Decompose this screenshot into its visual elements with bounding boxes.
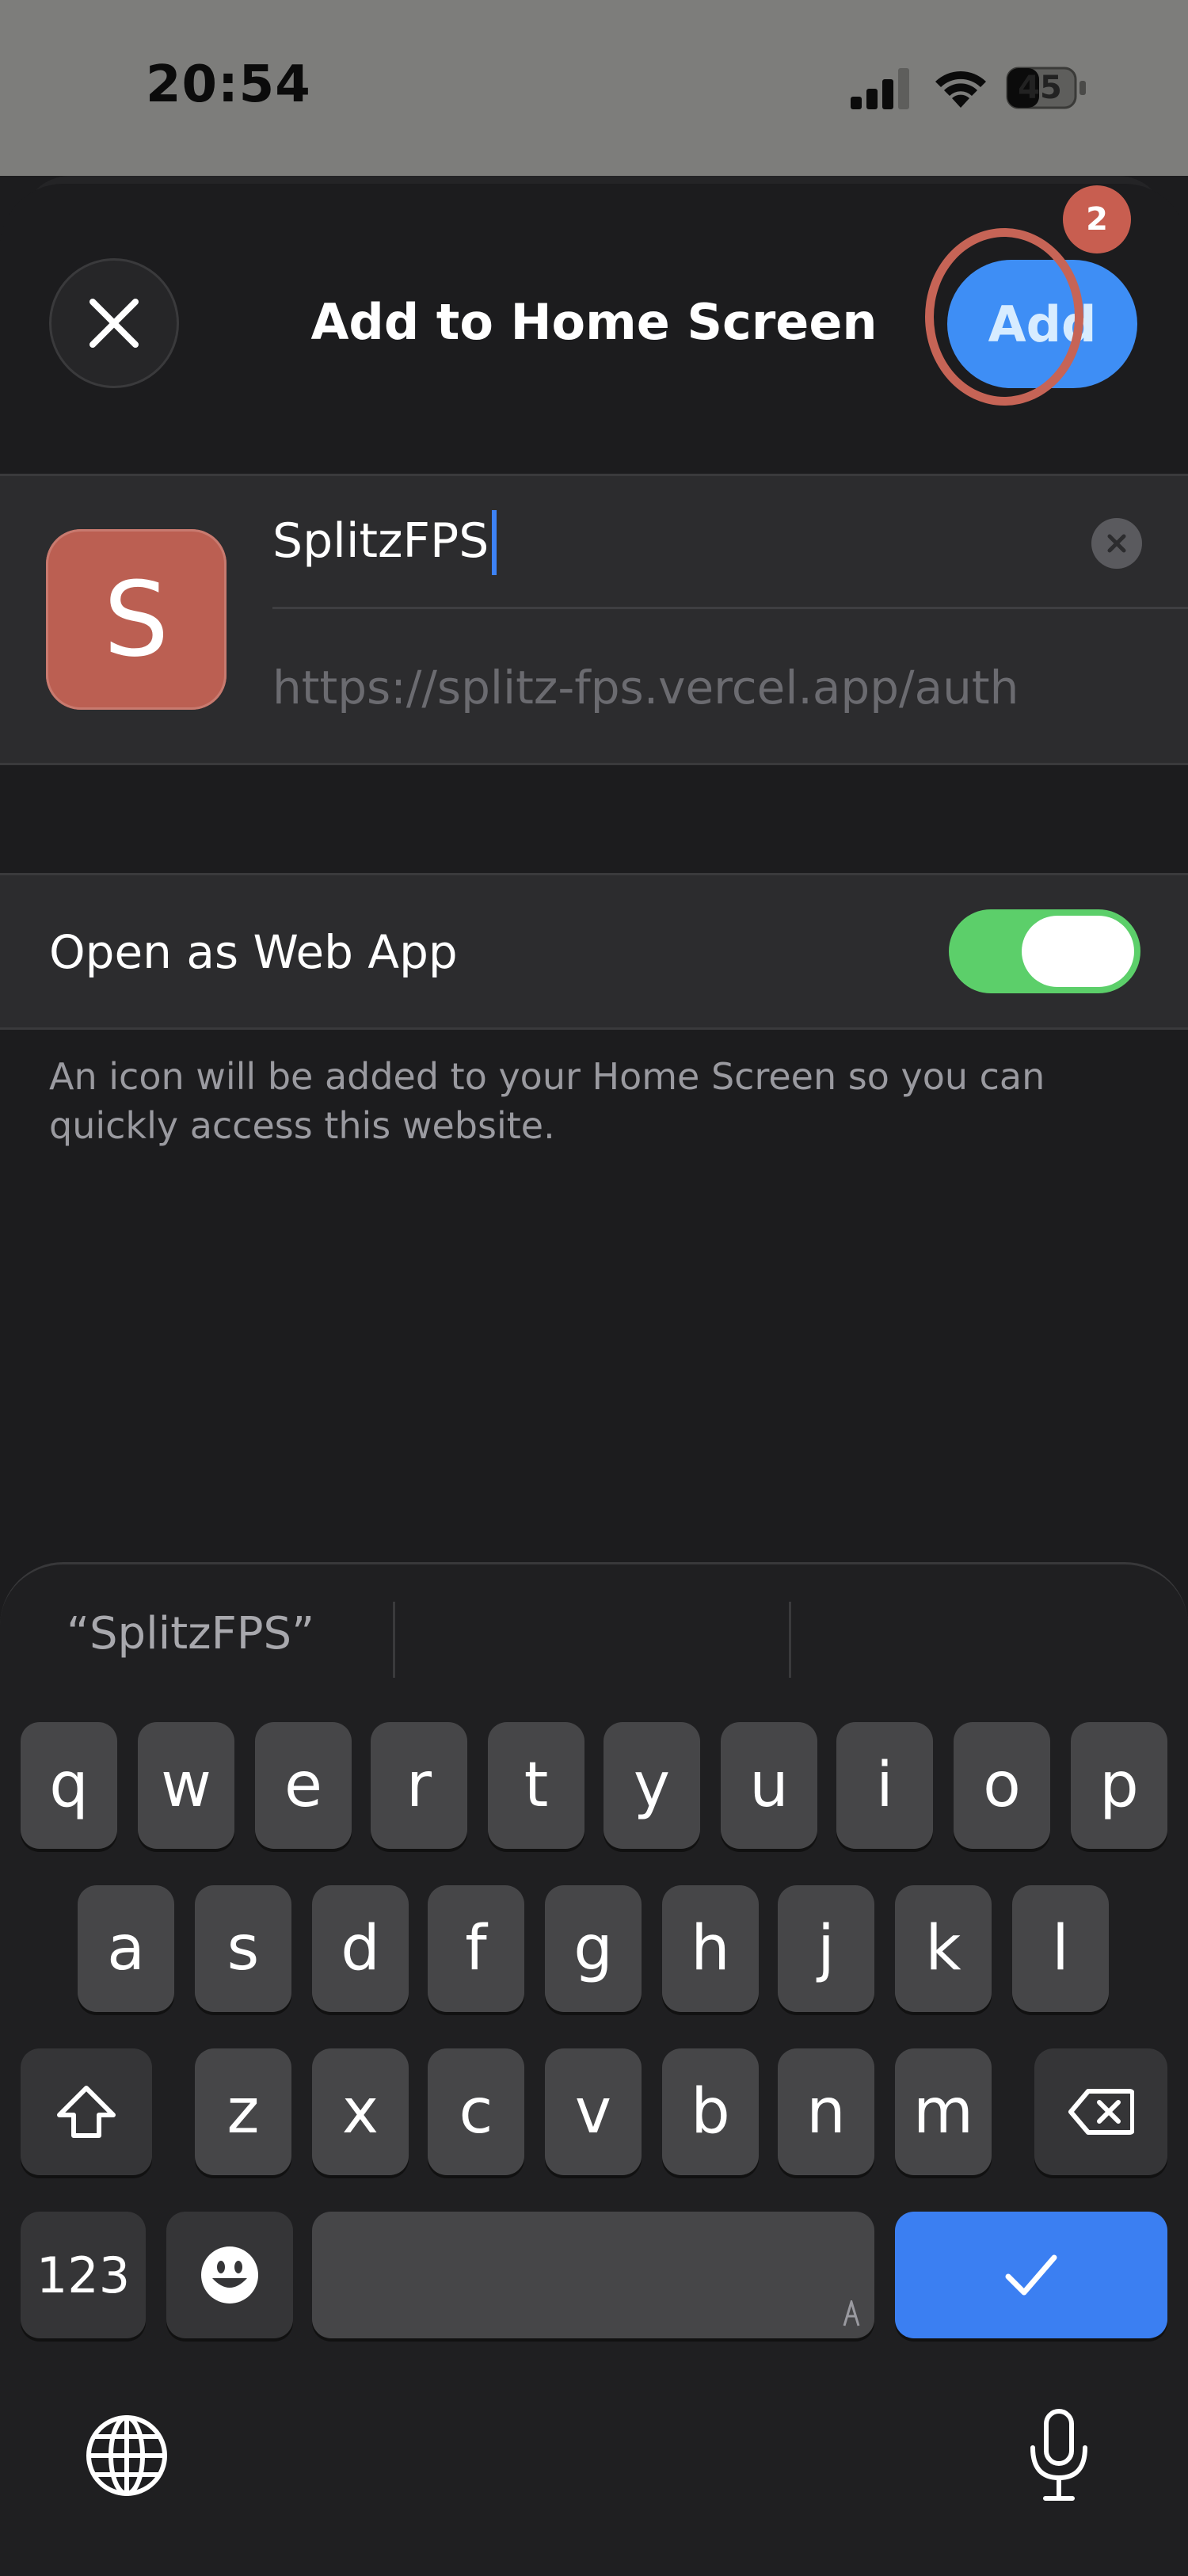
highlight-ring xyxy=(925,228,1083,406)
url-text: https://splitz-fps.vercel.app/auth xyxy=(272,661,1019,714)
app-icon: S xyxy=(46,529,227,710)
key-g[interactable]: g xyxy=(545,1885,642,2012)
key-m[interactable]: m xyxy=(895,2048,992,2175)
battery-level: 45 xyxy=(1018,70,1062,106)
done-key[interactable] xyxy=(895,2212,1167,2338)
key-c[interactable]: c xyxy=(428,2048,524,2175)
web-app-hint: An icon will be added to your Home Scree… xyxy=(49,1055,1045,1147)
emoji-icon xyxy=(201,2246,258,2304)
key-x[interactable]: x xyxy=(312,2048,409,2175)
key-n[interactable]: n xyxy=(778,2048,874,2175)
field-divider xyxy=(272,607,1188,609)
key-s[interactable]: s xyxy=(195,1885,291,2012)
keyboard-bottom-bar xyxy=(0,2376,1188,2576)
clear-icon xyxy=(1107,534,1126,553)
numbers-key[interactable]: 123 xyxy=(21,2212,146,2338)
keyboard-language-marker-icon xyxy=(843,2300,860,2326)
key-e[interactable]: e xyxy=(255,1722,352,1849)
delete-icon xyxy=(1068,2089,1134,2135)
key-r[interactable]: r xyxy=(371,1722,467,1849)
key-d[interactable]: d xyxy=(312,1885,409,2012)
key-k[interactable]: k xyxy=(895,1885,992,2012)
key-j[interactable]: j xyxy=(778,1885,874,2012)
microphone-icon[interactable] xyxy=(1026,2408,1091,2503)
web-app-label: Open as Web App xyxy=(49,925,458,979)
key-f[interactable]: f xyxy=(428,1885,524,2012)
key-a[interactable]: a xyxy=(78,1885,174,2012)
clear-name-button[interactable] xyxy=(1091,518,1142,569)
step-badge: 2 xyxy=(1063,185,1131,253)
key-p[interactable]: p xyxy=(1071,1722,1167,1849)
key-u[interactable]: u xyxy=(721,1722,817,1849)
status-time: 20:54 xyxy=(146,55,311,114)
text-cursor xyxy=(492,510,497,575)
shift-key[interactable] xyxy=(21,2048,152,2175)
delete-key[interactable] xyxy=(1034,2048,1167,2175)
suggestion-divider xyxy=(789,1602,791,1678)
cellular-signal-icon xyxy=(851,68,909,109)
key-w[interactable]: w xyxy=(138,1722,234,1849)
key-i[interactable]: i xyxy=(836,1722,933,1849)
wifi-icon xyxy=(935,71,986,108)
key-b[interactable]: b xyxy=(662,2048,759,2175)
key-y[interactable]: y xyxy=(604,1722,700,1849)
key-l[interactable]: l xyxy=(1012,1885,1109,2012)
key-q[interactable]: q xyxy=(21,1722,117,1849)
key-t[interactable]: t xyxy=(488,1722,584,1849)
key-v[interactable]: v xyxy=(545,2048,642,2175)
key-o[interactable]: o xyxy=(954,1722,1050,1849)
key-z[interactable]: z xyxy=(195,2048,291,2175)
space-key[interactable] xyxy=(312,2212,874,2338)
key-h[interactable]: h xyxy=(662,1885,759,2012)
emoji-key[interactable] xyxy=(166,2212,293,2338)
shift-icon xyxy=(57,2086,116,2138)
globe-icon[interactable] xyxy=(84,2413,169,2498)
suggestion-divider xyxy=(393,1602,395,1678)
toggle-knob xyxy=(1022,916,1134,987)
name-field[interactable]: SplitzFPS xyxy=(272,513,489,569)
suggestion-item[interactable]: “SplitzFPS” xyxy=(67,1608,314,1660)
checkmark-icon xyxy=(1005,2254,1057,2296)
